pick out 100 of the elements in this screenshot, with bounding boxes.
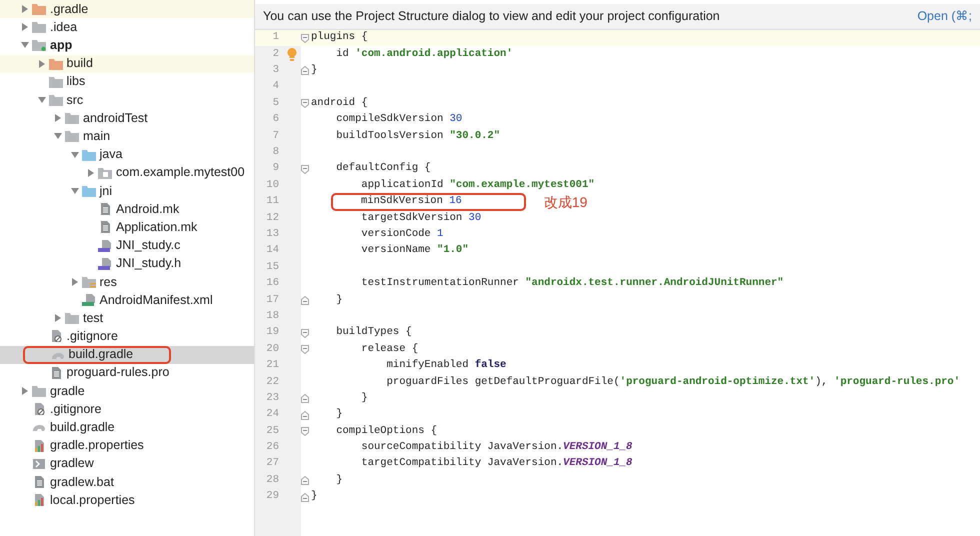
tree-item-label: AndroidManifest.xml <box>100 292 213 309</box>
collapse-arrow-icon[interactable] <box>21 41 29 50</box>
collapse-arrow-icon[interactable] <box>70 186 78 195</box>
tree-item-label: .gitignore <box>66 328 118 346</box>
tree-row[interactable]: gradlew.bat <box>0 472 254 492</box>
resource-folder-icon <box>82 276 96 288</box>
tree-item-label: proguard-rules.pro <box>66 364 170 382</box>
collapse-arrow-icon[interactable] <box>38 96 46 104</box>
line-number: 22 <box>265 374 280 390</box>
open-link[interactable]: Open (⌘; <box>917 7 972 26</box>
tree-row[interactable]: .gitignore <box>0 400 254 418</box>
tree-item-label: build.gradle <box>68 346 134 364</box>
tree-row[interactable]: com.example.mytest00 <box>0 164 254 182</box>
fold-marker-icon[interactable] <box>301 345 309 354</box>
code-line: proguardFiles getDefaultProguardFile('proguard-android-optimize.txt'), 'proguard-rules.pro' <box>386 374 960 390</box>
line-number: 14 <box>265 243 280 258</box>
file-icon <box>98 203 112 216</box>
tree-item-label: gradle <box>50 382 85 400</box>
fold-marker-icon[interactable] <box>301 34 309 43</box>
folder-icon <box>82 184 96 197</box>
line-number: 29 <box>265 489 280 504</box>
tree-row[interactable]: Application.mk <box>0 218 254 236</box>
tree-row[interactable]: build <box>0 54 254 73</box>
code-line: targetSdkVersion 30 <box>360 210 482 226</box>
fold-marker-icon[interactable] <box>301 492 309 502</box>
code-line: } <box>360 390 368 406</box>
code-line: versionName "1.0" <box>360 243 469 258</box>
fold-marker-icon[interactable] <box>301 476 309 486</box>
code-line: id 'com.android.application' <box>335 46 513 62</box>
line-number: 24 <box>265 407 280 422</box>
annotation-note: 改成19 <box>544 192 588 212</box>
line-number: 1 <box>272 30 280 46</box>
expand-arrow-icon[interactable] <box>54 314 62 322</box>
tree-item-label: main <box>83 128 110 146</box>
expand-arrow-icon[interactable] <box>21 23 29 32</box>
fold-marker-icon[interactable] <box>301 164 309 174</box>
expand-arrow-icon[interactable] <box>54 114 62 122</box>
tree-item-label: jni <box>100 182 112 200</box>
code-line: } <box>311 63 318 78</box>
line-number: 11 <box>265 194 280 210</box>
tree-row[interactable]: src <box>0 90 254 110</box>
expand-arrow-icon[interactable] <box>21 5 29 14</box>
expand-arrow-icon[interactable] <box>38 60 46 68</box>
line-number: 7 <box>272 128 280 144</box>
tree-row[interactable]: JNI_study.h <box>0 254 254 273</box>
tree-row[interactable]: .idea <box>0 18 254 36</box>
fold-marker-icon[interactable] <box>301 66 309 76</box>
expand-arrow-icon[interactable] <box>70 278 78 286</box>
tree-row[interactable]: AndroidManifest.xml <box>0 291 254 310</box>
lightbulb-icon[interactable] <box>287 48 297 62</box>
tree-item-label: .gitignore <box>50 400 102 418</box>
tree-row[interactable]: gradle.properties <box>0 436 254 455</box>
tree-row[interactable]: jni <box>0 182 254 200</box>
tree-row[interactable]: JNI_study.c <box>0 236 254 255</box>
tree-item-label: gradlew <box>50 455 94 472</box>
tree-row[interactable]: build.gradle <box>0 346 254 364</box>
tree-row[interactable]: java <box>0 146 254 164</box>
code-line: } <box>335 407 343 422</box>
expand-arrow-icon[interactable] <box>87 168 95 177</box>
tree-row[interactable]: res <box>0 272 254 291</box>
tree-row[interactable]: .gradle <box>0 0 254 18</box>
tree-row[interactable]: test <box>0 309 254 328</box>
tree-row[interactable]: build.gradle <box>0 418 254 436</box>
tree-row[interactable]: libs <box>0 72 254 91</box>
tree-row[interactable]: Android.mk <box>0 200 254 218</box>
fold-marker-icon[interactable] <box>301 410 309 420</box>
folder-icon <box>65 112 79 124</box>
tree-row[interactable]: main <box>0 127 254 146</box>
tree-item-label: JNI_study.h <box>116 255 182 272</box>
line-number: 15 <box>265 260 280 275</box>
line-number: 17 <box>265 292 280 308</box>
fold-marker-icon[interactable] <box>301 394 309 404</box>
line-number: 6 <box>272 112 280 128</box>
fold-marker-icon[interactable] <box>301 296 309 305</box>
fold-marker-icon[interactable] <box>301 328 309 338</box>
tree-row[interactable]: androidTest <box>0 109 254 128</box>
folder-icon <box>32 385 46 398</box>
folder-icon <box>82 148 96 161</box>
fold-marker-icon[interactable] <box>301 427 309 436</box>
line-number: 21 <box>265 358 280 374</box>
folder-icon <box>48 76 62 88</box>
folder-icon <box>65 130 79 142</box>
tree-row[interactable]: proguard-rules.pro <box>0 364 254 382</box>
code-line: buildToolsVersion "30.0.2" <box>335 128 500 144</box>
line-number: 16 <box>265 276 280 292</box>
tree-row[interactable]: gradle <box>0 382 254 400</box>
tree-item-label: local.properties <box>50 492 135 509</box>
expand-arrow-icon[interactable] <box>21 387 29 396</box>
tree-row[interactable]: local.properties <box>0 491 254 510</box>
tree-row[interactable]: gradlew <box>0 454 254 473</box>
tree-item-label: app <box>50 37 72 54</box>
terminal-icon <box>32 458 46 470</box>
tree-row[interactable]: .gitignore <box>0 327 254 346</box>
file-icon <box>32 476 46 488</box>
tree-row[interactable]: app <box>0 36 254 55</box>
line-number: 27 <box>265 456 280 472</box>
fold-marker-icon[interactable] <box>301 99 309 108</box>
collapse-arrow-icon[interactable] <box>70 150 78 159</box>
collapse-arrow-icon[interactable] <box>54 132 62 140</box>
folder-icon <box>48 58 62 70</box>
